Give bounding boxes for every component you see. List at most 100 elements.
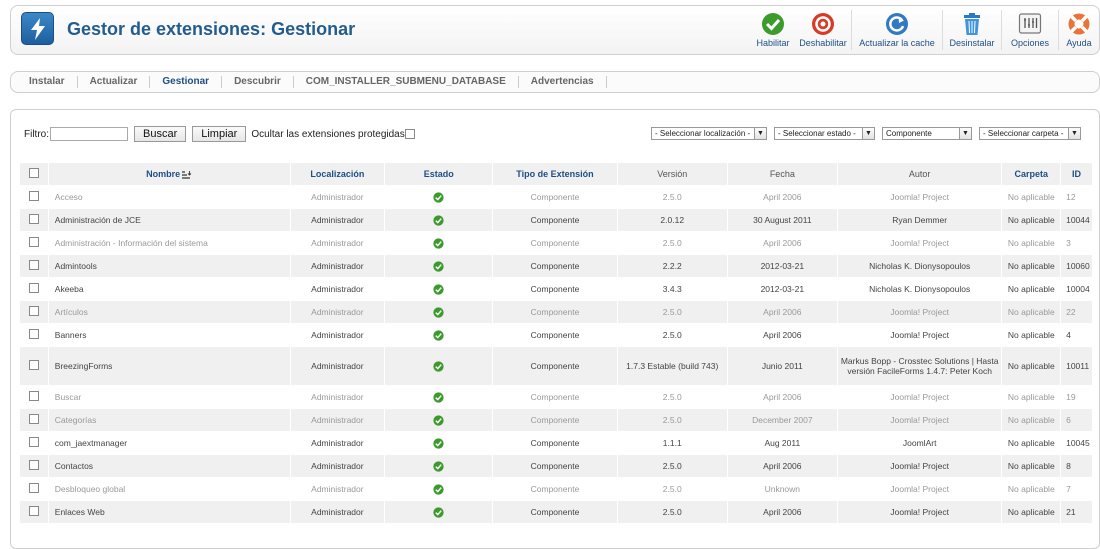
chevron-down-icon: ▼ [862, 128, 874, 139]
cell-id: 22 [1061, 301, 1092, 323]
row-checkbox[interactable] [28, 437, 39, 447]
row-checkbox[interactable] [28, 391, 39, 401]
state-cell[interactable] [385, 347, 493, 385]
row-checkbox[interactable] [28, 283, 39, 293]
clear-button[interactable]: Limpiar [192, 126, 247, 142]
table-row[interactable]: BreezingForms Administrador Componente 1.7.… [20, 347, 1092, 385]
state-cell[interactable] [385, 301, 493, 323]
enabled-check-icon[interactable] [433, 460, 444, 472]
row-checkbox[interactable] [28, 329, 39, 339]
row-checkbox[interactable] [28, 460, 39, 470]
folder-select[interactable]: - Seleccionar carpeta - ▼ [979, 127, 1081, 140]
state-cell[interactable] [385, 409, 493, 431]
uninstall-button[interactable]: Desinstalar [943, 6, 1001, 54]
enabled-check-icon[interactable] [433, 329, 444, 341]
table-row[interactable]: Administración de JCE Administrador Compon… [20, 209, 1092, 231]
state-cell[interactable] [385, 324, 493, 346]
state-cell[interactable] [385, 386, 493, 408]
filter-input[interactable] [50, 127, 128, 141]
table-row[interactable]: Admintools Administrador Componente 2.2.2 20… [20, 255, 1092, 277]
state-cell[interactable] [385, 255, 493, 277]
cell-version: 2.5.0 [617, 409, 727, 431]
type-select[interactable]: Componente ▼ [882, 127, 972, 140]
state-cell[interactable] [385, 278, 493, 300]
tab-discover[interactable]: Descubrir [222, 76, 294, 88]
cell-version: 2.0.12 [617, 209, 727, 231]
state-cell[interactable] [385, 209, 493, 231]
row-checkbox-cell [20, 209, 48, 231]
refresh-cache-button[interactable]: Actualizar la cache [852, 6, 942, 54]
table-row[interactable]: Categorías Administrador Componente 2.5.0 De… [20, 409, 1092, 431]
row-checkbox[interactable] [28, 260, 39, 270]
disable-button[interactable]: Deshabilitar [795, 6, 851, 54]
column-state[interactable]: Estado [385, 163, 493, 185]
enabled-check-icon[interactable] [433, 214, 444, 226]
row-checkbox[interactable] [28, 360, 39, 370]
tab-warnings[interactable]: Advertencias [519, 76, 607, 88]
cell-author: JoomlArt [837, 432, 1002, 454]
column-name[interactable]: Nombre [48, 163, 290, 185]
state-cell[interactable] [385, 455, 493, 477]
tab-update[interactable]: Actualizar [78, 76, 151, 88]
column-id[interactable]: ID [1061, 163, 1092, 185]
row-checkbox-cell [20, 455, 48, 477]
cell-type: Componente [493, 209, 617, 231]
hide-protected-checkbox[interactable] [404, 129, 415, 139]
enabled-check-icon[interactable] [433, 360, 444, 372]
table-row[interactable]: com_jaextmanager Administrador Componente 1… [20, 432, 1092, 454]
state-cell[interactable] [385, 501, 493, 523]
enabled-check-icon[interactable] [433, 237, 444, 249]
enabled-check-icon[interactable] [433, 483, 444, 495]
table-row[interactable]: Administración - Información del sistema… [20, 232, 1092, 254]
enabled-check-icon[interactable] [433, 306, 444, 318]
table-row[interactable]: Enlaces Web Administrador Componente 2.5.0 A… [20, 501, 1092, 523]
cell-id: 3 [1061, 232, 1092, 254]
column-location[interactable]: Localización [290, 163, 385, 185]
row-checkbox[interactable] [28, 191, 39, 201]
tab-install[interactable]: Instalar [17, 76, 78, 88]
cell-id: 10044 [1061, 209, 1092, 231]
state-cell[interactable] [385, 186, 493, 208]
enabled-check-icon[interactable] [433, 437, 444, 449]
enabled-check-icon[interactable] [433, 191, 444, 203]
table-row[interactable]: Contactos Administrador Componente 2.5.0 Apr… [20, 455, 1092, 477]
table-row[interactable]: Artículos Administrador Componente 2.5.0 Apr… [20, 301, 1092, 323]
state-cell[interactable] [385, 478, 493, 500]
table-row[interactable]: Akeeba Administrador Componente 3.4.3 2012-0… [20, 278, 1092, 300]
enabled-check-icon[interactable] [433, 283, 444, 295]
enabled-check-icon[interactable] [433, 414, 444, 426]
enable-button[interactable]: Habilitar [751, 6, 795, 54]
enabled-check-icon[interactable] [433, 506, 444, 518]
row-checkbox[interactable] [28, 483, 39, 493]
enabled-check-icon[interactable] [433, 391, 444, 403]
tab-manage[interactable]: Gestionar [150, 76, 223, 88]
table-row[interactable]: Acceso Administrador Componente 2.5.0 April … [20, 186, 1092, 208]
column-folder[interactable]: Carpeta [1002, 163, 1061, 185]
row-checkbox[interactable] [28, 414, 39, 424]
column-type[interactable]: Tipo de Extensión [493, 163, 617, 185]
row-checkbox[interactable] [28, 306, 39, 316]
options-button[interactable]: Opciones [1002, 6, 1058, 54]
state-cell[interactable] [385, 232, 493, 254]
cell-location: Administrador [290, 455, 385, 477]
cell-type: Componente [493, 478, 617, 500]
row-checkbox[interactable] [28, 237, 39, 247]
cell-date: 2012-03-21 [727, 278, 837, 300]
tab-database[interactable]: COM_INSTALLER_SUBMENU_DATABASE [294, 76, 519, 88]
cell-version: 2.5.0 [617, 455, 727, 477]
cell-location: Administrador [290, 347, 385, 385]
enabled-check-icon[interactable] [433, 260, 444, 272]
table-row[interactable]: Buscar Administrador Componente 2.5.0 April … [20, 386, 1092, 408]
help-button[interactable]: Ayuda [1059, 6, 1099, 54]
state-select[interactable]: - Seleccionar estado - ▼ [774, 127, 875, 140]
table-row[interactable]: Banners Administrador Componente 2.5.0 April… [20, 324, 1092, 346]
state-cell[interactable] [385, 432, 493, 454]
select-all-checkbox[interactable] [28, 168, 39, 178]
table-row[interactable]: Desbloqueo global Administrador Componente… [20, 478, 1092, 500]
row-checkbox[interactable] [28, 214, 39, 224]
row-checkbox-cell [20, 386, 48, 408]
search-button[interactable]: Buscar [134, 126, 187, 142]
location-select[interactable]: - Seleccionar localización - ▼ [651, 127, 767, 140]
filter-label: Filtro: [24, 128, 49, 140]
row-checkbox[interactable] [28, 506, 39, 516]
